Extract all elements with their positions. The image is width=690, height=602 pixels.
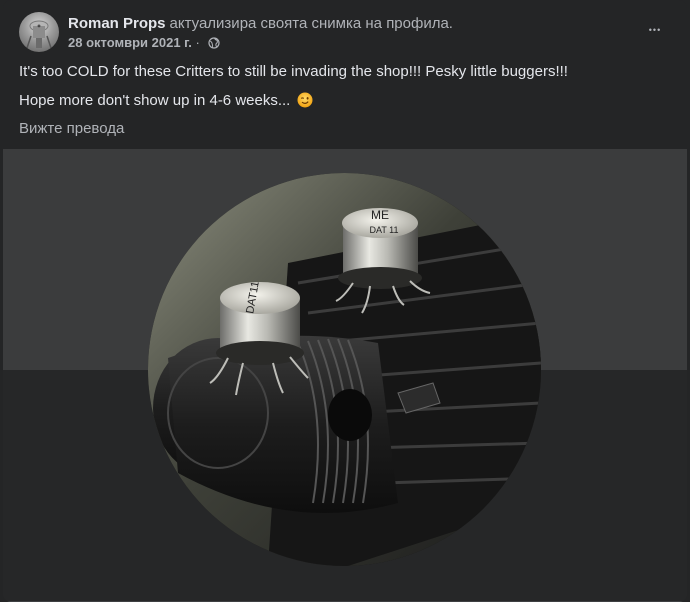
more-horizontal-icon: ••• — [648, 25, 662, 35]
profile-photo[interactable]: DAT11 ME DAT 11 — [148, 173, 541, 566]
post-text-line-2: Hope more don't show up in 4-6 weeks... — [19, 92, 291, 109]
author-line: Roman Props актуализира своята снимка на … — [68, 14, 453, 33]
svg-text:DAT 11: DAT 11 — [369, 225, 398, 235]
svg-text:ME: ME — [371, 208, 389, 222]
profile-photo-backdrop: DAT11 ME DAT 11 — [3, 149, 687, 602]
author-name[interactable]: Roman Props — [68, 15, 166, 32]
globe-icon[interactable] — [207, 37, 220, 53]
post-text: It's too COLD for these Critters to stil… — [19, 62, 669, 120]
more-options-button[interactable]: ••• — [641, 16, 669, 44]
post-card: ◉ Roman Props актуализира своята снимка н… — [3, 0, 687, 602]
winking-emoji-icon — [297, 92, 313, 108]
svg-text:◉: ◉ — [37, 23, 41, 28]
post-text-line-2-wrap: Hope more don't show up in 4-6 weeks... — [19, 91, 669, 110]
post-date[interactable]: 28 октомври 2021 г. — [68, 35, 192, 50]
post-meta: 28 октомври 2021 г. · — [68, 35, 220, 53]
post-header: ◉ Roman Props актуализира своята снимка н… — [19, 12, 679, 52]
post-text-line-1: It's too COLD for these Critters to stil… — [19, 63, 568, 80]
see-translation-link[interactable]: Вижте превода — [19, 120, 124, 137]
date-separator: · — [195, 35, 200, 50]
post-action-text: актуализира своята снимка на профила. — [169, 15, 453, 32]
photo-illustration: DAT11 ME DAT 11 — [148, 173, 541, 566]
author-avatar[interactable]: ◉ — [19, 12, 59, 52]
avatar-image: ◉ — [26, 20, 52, 49]
